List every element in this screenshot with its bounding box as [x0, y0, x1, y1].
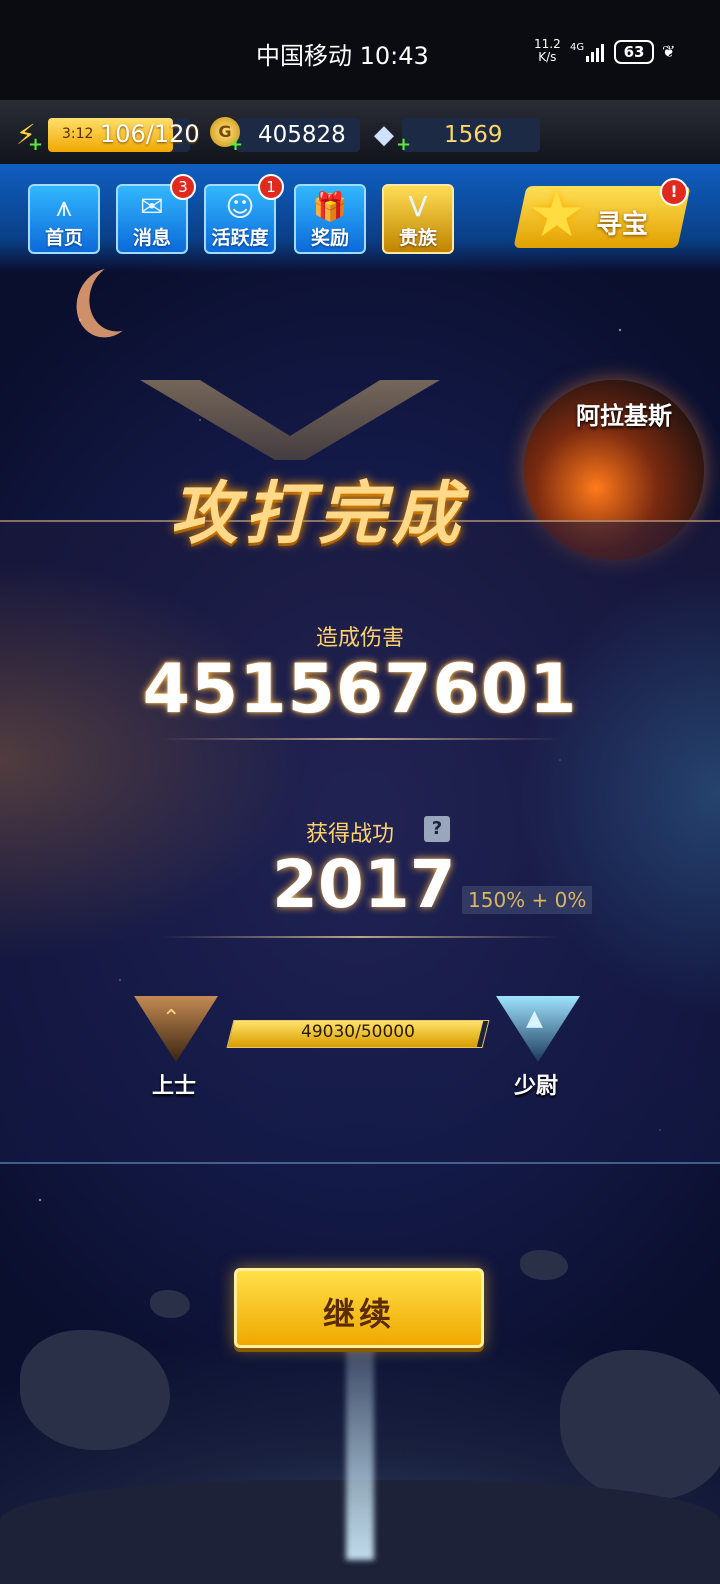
messages-badge: 3 [170, 174, 196, 200]
merit-label: 获得战功 [305, 822, 394, 847]
current-rank-name: 上士 [152, 1074, 197, 1099]
top-nav: ⩚ 首页 ✉ 消息 3 ☺ 活跃度 1 🎁 奖励 V 贵族 ★ 寻宝 ! [0, 164, 720, 272]
planet-name: 阿拉基斯 [576, 402, 672, 430]
diamond-icon[interactable]: ◆ [374, 120, 394, 150]
network-speed-unit: K/s [538, 50, 557, 64]
add-gems-icon[interactable]: + [396, 134, 411, 155]
nav-vip-label: 贵族 [398, 227, 437, 249]
treasure-alert-badge: ! [660, 178, 688, 206]
nav-rewards-button[interactable]: 🎁 奖励 [294, 184, 366, 254]
network-speed: 11.2 K/s [534, 38, 561, 64]
nav-home-label: 首页 [44, 227, 83, 249]
next-rank-name: 少尉 [514, 1074, 559, 1099]
asteroid [520, 1250, 568, 1280]
energy-count: 106/120 [100, 120, 200, 148]
damage-label: 造成伤害 [315, 626, 404, 651]
activity-badge: 1 [258, 174, 284, 200]
wing-icon: ▲ [526, 1006, 543, 1031]
energy-bar: 3:12 106/120 [48, 118, 200, 152]
result-title: 攻打完成 [170, 475, 467, 554]
nav-rewards-label: 奖励 [310, 227, 349, 249]
home-icon: ⩚ [56, 190, 72, 223]
chevron-up-icon: ⌃ [162, 1006, 181, 1031]
help-icon[interactable]: ? [424, 816, 450, 842]
add-energy-icon[interactable]: + [28, 134, 43, 155]
star-fighter-icon: ★ [528, 178, 586, 252]
nav-activity-button[interactable]: ☺ 活跃度 1 [204, 174, 284, 254]
nav-home-button[interactable]: ⩚ 首页 [28, 184, 100, 254]
banner-emblem [140, 380, 440, 460]
rank-progress-text: 49030/50000 [301, 1022, 415, 1042]
nav-messages-button[interactable]: ✉ 消息 3 [116, 174, 196, 254]
leaf-icon: ❦ [662, 42, 676, 61]
battery-indicator: 63 [614, 40, 654, 64]
nav-messages-label: 消息 [132, 227, 171, 249]
divider [160, 738, 560, 740]
divider [160, 936, 560, 938]
signal-icon [586, 40, 606, 62]
add-coins-icon[interactable]: + [228, 134, 243, 155]
vip-icon: V [408, 190, 428, 223]
gem-count: 1569 [444, 122, 503, 148]
resource-bar: ⚡ + 3:12 106/120 G + 405828 ◆ + 1569 [0, 100, 720, 167]
merit-value: 2017 [272, 846, 456, 923]
treasure-label: 寻宝 [596, 210, 649, 240]
asteroid [560, 1350, 720, 1500]
coin-count: 405828 [258, 122, 346, 148]
continue-label: 继续 [322, 1295, 395, 1333]
continue-button[interactable]: 继续 [234, 1268, 484, 1348]
network-type: 4G [570, 42, 585, 53]
energy-timer: 3:12 [62, 126, 94, 142]
merit-bonus: 150% + 0% [462, 886, 593, 914]
nav-vip-button[interactable]: V 贵族 [382, 184, 454, 254]
asteroid [150, 1290, 190, 1318]
gift-icon: 🎁 [312, 190, 348, 223]
carrier-time: 中国移动 10:43 [256, 42, 429, 70]
nav-activity-label: 活跃度 [211, 227, 269, 249]
damage-value: 451567601 [142, 650, 578, 729]
system-status-bar: 中国移动 10:43 11.2 K/s 4G 63 ❦ [0, 0, 720, 100]
